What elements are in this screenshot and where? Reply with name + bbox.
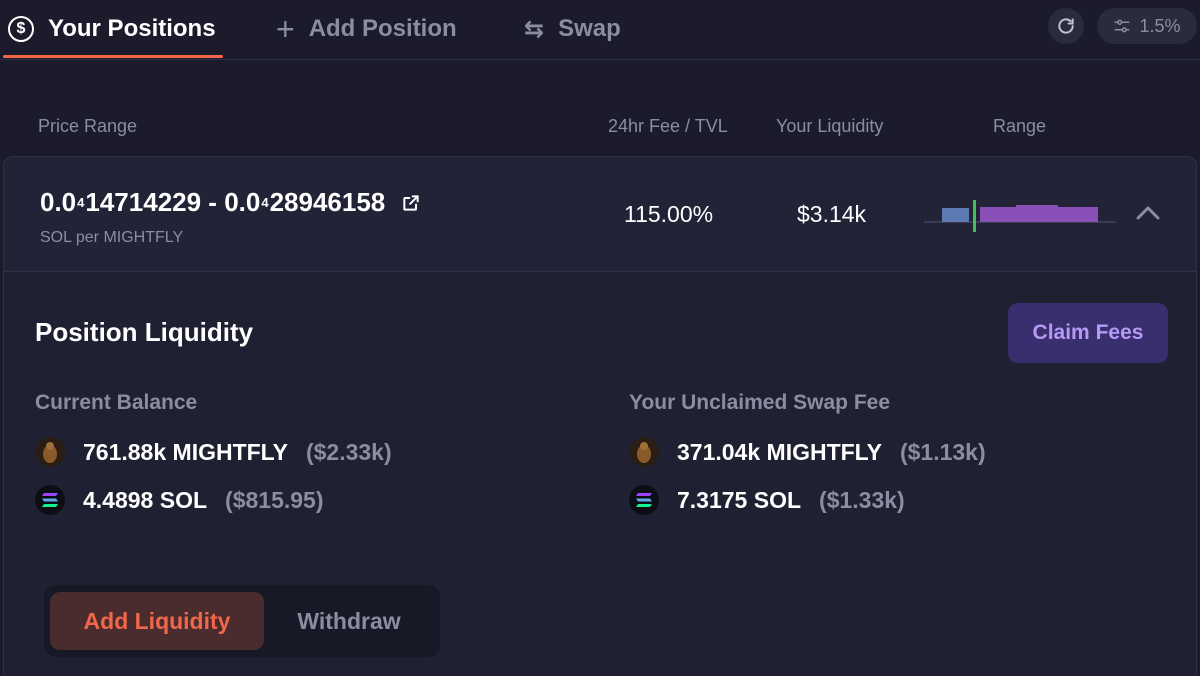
- range-bar-token: [980, 207, 1098, 222]
- unclaimed-fee-title: Your Unclaimed Swap Fee: [629, 391, 891, 414]
- position-card: 0.0 4 14714229 - 0.0 4 28946158 SOL per MIGH…: [3, 156, 1197, 676]
- current-balance-title: Current Balance: [35, 391, 198, 414]
- header-price-range: Price Range: [38, 116, 138, 136]
- swap-arrows-icon: ⇆: [524, 15, 545, 43]
- range-low-zero-count: 4: [77, 195, 85, 210]
- dollar-circle-icon: $: [8, 16, 34, 42]
- chevron-up-icon[interactable]: [1134, 203, 1162, 223]
- slippage-value: 1.5%: [1139, 15, 1181, 36]
- sol-token-icon: [629, 485, 659, 515]
- range-bar-token-top: [1016, 205, 1058, 208]
- sol-token-icon: [35, 485, 65, 515]
- tab-your-positions[interactable]: $ Your Positions: [8, 0, 216, 58]
- range-high-prefix: 0.0: [224, 187, 261, 217]
- header-liquidity: Your Liquidity: [776, 116, 884, 136]
- balance-row-mightfly: 761.88k MIGHTFLY ($2.33k): [35, 437, 392, 467]
- range-chart: [924, 200, 1116, 232]
- refresh-button[interactable]: [1048, 8, 1084, 44]
- position-row[interactable]: 0.0 4 14714229 - 0.0 4 28946158 SOL per MIGH…: [4, 157, 1196, 272]
- external-link-icon[interactable]: [401, 193, 421, 213]
- token-amount: 761.88k MIGHTFLY: [83, 438, 288, 465]
- current-price-marker: [973, 200, 976, 232]
- action-toggle: Add Liquidity Withdraw: [44, 585, 440, 657]
- range-low-digits: 14714229: [85, 187, 202, 217]
- fee-row-sol: 7.3175 SOL ($1.33k): [629, 485, 905, 515]
- price-unit: SOL per MIGHTFLY: [40, 229, 184, 246]
- add-liquidity-button[interactable]: Add Liquidity: [50, 592, 264, 650]
- withdraw-button[interactable]: Withdraw: [264, 592, 434, 650]
- tab-add-position[interactable]: + Add Position: [276, 0, 457, 58]
- token-usd: ($2.33k): [305, 438, 392, 465]
- range-low-prefix: 0.0: [40, 187, 77, 217]
- fee-tvl-value: 115.00%: [624, 201, 714, 227]
- range-bar-sol: [942, 208, 969, 222]
- section-title: Position Liquidity: [35, 317, 254, 347]
- header-range: Range: [993, 116, 1047, 136]
- token-amount: 7.3175 SOL: [677, 486, 802, 513]
- top-nav: $ Your Positions + Add Position ⇆ Swap 1…: [0, 0, 1200, 60]
- slippage-settings-button[interactable]: 1.5%: [1097, 8, 1197, 44]
- refresh-icon: [1058, 18, 1074, 34]
- fee-row-mightfly: 371.04k MIGHTFLY ($1.13k): [629, 437, 986, 467]
- range-high-digits: 28946158: [269, 187, 386, 217]
- liquidity-value: $3.14k: [797, 201, 867, 227]
- sliders-icon: [1114, 19, 1130, 33]
- range-high-zero-count: 4: [261, 195, 269, 210]
- tab-swap[interactable]: ⇆ Swap: [524, 0, 621, 58]
- range-separator: -: [201, 187, 225, 217]
- token-amount: 371.04k MIGHTFLY: [677, 438, 882, 465]
- tab-label: Your Positions: [48, 15, 216, 42]
- price-range: 0.0 4 14714229 - 0.0 4 28946158: [40, 187, 421, 218]
- claim-fees-button[interactable]: Claim Fees: [1008, 303, 1168, 363]
- balance-row-sol: 4.4898 SOL ($815.95): [35, 485, 324, 515]
- token-amount: 4.4898 SOL: [83, 486, 208, 513]
- mightfly-token-icon: [629, 437, 659, 467]
- tab-label: Swap: [558, 15, 621, 42]
- token-usd: ($1.13k): [899, 438, 986, 465]
- tab-label: Add Position: [308, 15, 457, 42]
- token-usd: ($815.95): [225, 486, 324, 513]
- active-tab-indicator: [3, 55, 223, 58]
- token-usd: ($1.33k): [819, 486, 905, 513]
- mightfly-token-icon: [35, 437, 65, 467]
- plus-icon: +: [276, 11, 295, 47]
- header-fee-tvl: 24hr Fee / TVL: [608, 116, 728, 136]
